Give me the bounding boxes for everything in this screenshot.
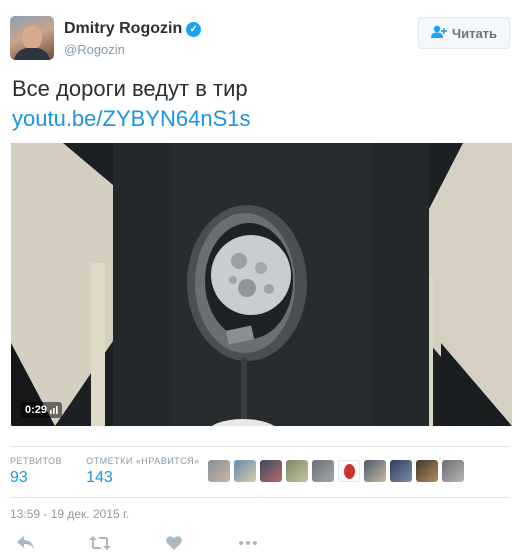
retweet-icon bbox=[89, 536, 111, 550]
video-duration: 0:29 bbox=[21, 402, 63, 418]
likes-count: 143 bbox=[86, 469, 113, 486]
likes-label: ОТМЕТКИ «НРАВИТСЯ» bbox=[86, 456, 200, 466]
like-button[interactable] bbox=[162, 534, 186, 552]
retweets-count: 93 bbox=[10, 469, 28, 486]
liker-avatar[interactable] bbox=[260, 460, 282, 482]
reply-icon bbox=[17, 536, 34, 549]
likers-avatars bbox=[208, 460, 464, 482]
retweet-button[interactable] bbox=[88, 534, 112, 552]
liker-avatar[interactable] bbox=[364, 460, 386, 482]
author-handle[interactable]: @Rogozin bbox=[64, 42, 125, 57]
liker-avatar[interactable] bbox=[390, 460, 412, 482]
author-name-row: Dmitry Rogozin ✓ bbox=[64, 20, 202, 38]
tweet-header: Dmitry Rogozin ✓ @Rogozin Читать bbox=[10, 14, 510, 64]
liker-avatar[interactable] bbox=[338, 460, 360, 482]
liker-avatar[interactable] bbox=[208, 460, 230, 482]
video-thumbnail bbox=[11, 143, 512, 426]
author-name[interactable]: Dmitry Rogozin bbox=[64, 20, 182, 38]
likes-stat[interactable]: ОТМЕТКИ «НРАВИТСЯ» 143 bbox=[86, 456, 200, 487]
divider-top bbox=[10, 446, 510, 447]
follow-plus-icon bbox=[430, 25, 447, 41]
video-player[interactable]: 0:29 bbox=[11, 143, 512, 426]
avatar-suit bbox=[14, 48, 50, 60]
like-icon bbox=[166, 536, 182, 550]
tweet-timestamp[interactable]: 13:59 - 19 дек. 2015 г. bbox=[10, 507, 129, 521]
volume-bars-icon bbox=[50, 406, 58, 414]
retweets-stat[interactable]: РЕТВИТОВ 93 bbox=[10, 456, 62, 487]
red-egg-icon bbox=[343, 463, 355, 479]
avatar[interactable] bbox=[10, 16, 54, 60]
verified-badge-icon: ✓ bbox=[186, 21, 202, 37]
liker-avatar[interactable] bbox=[312, 460, 334, 482]
divider-bottom bbox=[10, 497, 510, 498]
duration-label: 0:29 bbox=[25, 404, 48, 416]
liker-avatar[interactable] bbox=[442, 460, 464, 482]
avatar-face bbox=[22, 25, 42, 49]
tweet-link[interactable]: youtu.be/ZYBYN64nS1s bbox=[12, 105, 250, 133]
more-button[interactable] bbox=[236, 534, 260, 552]
follow-button[interactable]: Читать bbox=[418, 17, 510, 49]
reply-button[interactable] bbox=[14, 534, 38, 552]
more-icon bbox=[239, 541, 257, 545]
retweets-label: РЕТВИТОВ bbox=[10, 456, 63, 466]
tweet-text: Все дороги ведут в тир bbox=[12, 76, 248, 101]
liker-avatar[interactable] bbox=[416, 460, 438, 482]
liker-avatar[interactable] bbox=[234, 460, 256, 482]
follow-button-label: Читать bbox=[451, 25, 498, 41]
liker-avatar[interactable] bbox=[286, 460, 308, 482]
tweet-stats: РЕТВИТОВ 93 ОТМЕТКИ «НРАВИТСЯ» 143 bbox=[10, 456, 200, 487]
tweet-actions bbox=[14, 534, 260, 552]
